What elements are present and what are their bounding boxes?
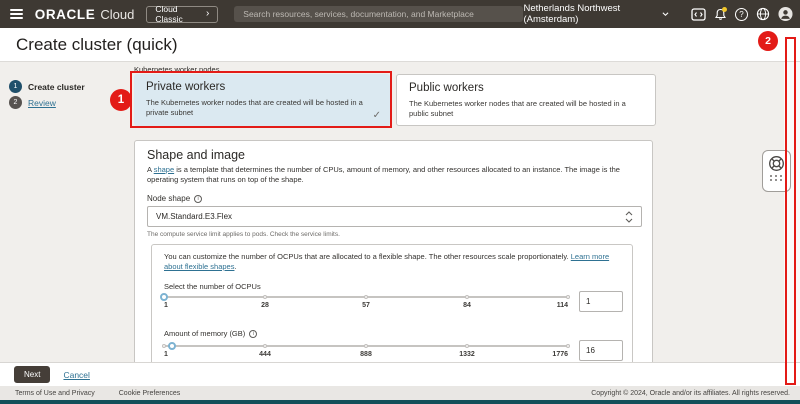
language-globe-icon[interactable] (756, 7, 770, 22)
help-icon[interactable]: ? (735, 7, 748, 22)
shape-intro-text: A shape is a template that determines th… (147, 165, 633, 185)
stepper-item-review[interactable]: 2 Review (9, 96, 85, 109)
next-button[interactable]: Next (14, 366, 50, 383)
info-icon[interactable]: i (249, 330, 257, 338)
notifications-bell-icon[interactable] (714, 7, 727, 22)
step-2-circle: 2 (9, 96, 22, 109)
region-label: Netherlands Northwest (Amsterdam) (523, 3, 657, 25)
main-content: 1 Create cluster 2 Review Kubernetes wor… (0, 62, 800, 362)
page-footer: Terms of Use and Privacy Cookie Preferen… (0, 386, 800, 400)
flexible-shape-panel: You can customize the number of OCPUs th… (151, 244, 633, 362)
memory-value-input[interactable] (579, 340, 623, 361)
ocpu-value-input[interactable] (579, 291, 623, 312)
hamburger-menu-icon[interactable] (10, 9, 23, 19)
notification-badge-dot (722, 7, 727, 12)
copyright-text: Copyright © 2024, Oracle and/or its affi… (591, 390, 790, 397)
step-2-link[interactable]: Review (28, 98, 56, 108)
node-shape-value: VM.Standard.E3.Flex (156, 212, 232, 221)
chevron-right-icon: › (206, 10, 209, 18)
ocpu-slider-handle[interactable] (160, 293, 168, 301)
terms-link[interactable]: Terms of Use and Privacy (15, 390, 95, 397)
cookie-preferences-link[interactable]: Cookie Preferences (119, 390, 180, 397)
public-workers-title: Public workers (409, 82, 484, 94)
search-input[interactable] (234, 6, 523, 22)
shape-section-title: Shape and image (147, 148, 245, 162)
profile-avatar[interactable] (778, 7, 793, 22)
node-shape-select[interactable]: VM.Standard.E3.Flex (147, 206, 642, 227)
worker-nodes-group-label: Kubernetes worker nodes (134, 65, 219, 74)
shape-link[interactable]: shape (154, 165, 174, 174)
page-title: Create cluster (quick) (16, 35, 178, 55)
step-1-label: Create cluster (28, 82, 85, 92)
private-workers-card[interactable]: Private workers The Kubernetes worker no… (134, 74, 390, 126)
chevron-down-icon (662, 11, 669, 17)
ocpu-slider[interactable] (164, 292, 568, 301)
wizard-action-bar: Next Cancel (0, 362, 800, 386)
bottom-edge-strip (0, 400, 800, 404)
brand-oracle: ORACLE (35, 7, 96, 22)
ocpu-tick-labels: 1 28 57 84 114 (164, 302, 568, 311)
node-shape-label: Node shape i (147, 194, 202, 203)
step-1-circle: 1 (9, 80, 22, 93)
flexible-shape-note: You can customize the number of OCPUs th… (164, 252, 616, 272)
topbar-right-controls: Netherlands Northwest (Amsterdam) (523, 3, 793, 25)
private-workers-title: Private workers (146, 81, 225, 93)
memory-tick-labels: 1 444 888 1332 1776 (164, 351, 568, 360)
select-chevrons-icon (625, 210, 633, 226)
wizard-stepper: 1 Create cluster 2 Review (9, 80, 85, 112)
stepper-item-create-cluster[interactable]: 1 Create cluster (9, 80, 85, 93)
info-icon[interactable]: i (194, 195, 202, 203)
ocpu-slider-label: Select the number of OCPUs (164, 282, 261, 291)
memory-slider-label: Amount of memory (GB) i (164, 329, 257, 338)
cloud-classic-label: Cloud Classic (155, 4, 202, 24)
public-workers-card[interactable]: Public workers The Kubernetes worker nod… (396, 74, 656, 126)
private-workers-description: The Kubernetes worker nodes that are cre… (146, 98, 368, 117)
public-workers-description: The Kubernetes worker nodes that are cre… (409, 99, 633, 118)
oracle-cloud-logo[interactable]: ORACLE Cloud (35, 7, 135, 22)
cloud-shell-icon[interactable] (691, 7, 706, 22)
brand-cloud: Cloud (100, 7, 134, 22)
drag-handle-dots-icon[interactable] (770, 175, 783, 181)
cancel-link[interactable]: Cancel (63, 370, 89, 380)
oracle-cloud-console: ORACLE Cloud Cloud Classic › Netherlands… (0, 0, 800, 404)
page-header: Create cluster (quick) (0, 28, 800, 62)
selected-checkmark-icon: ✓ (373, 110, 381, 121)
memory-slider[interactable] (164, 341, 568, 350)
region-selector[interactable]: Netherlands Northwest (Amsterdam) (523, 3, 668, 25)
memory-slider-handle[interactable] (168, 342, 176, 350)
life-ring-icon (768, 155, 785, 172)
cloud-classic-button[interactable]: Cloud Classic › (146, 6, 218, 23)
shape-and-image-section: Shape and image A shape is a template th… (134, 140, 653, 362)
top-navigation-bar: ORACLE Cloud Cloud Classic › Netherlands… (0, 0, 800, 28)
service-limit-note: The compute service limit applies to pod… (147, 231, 340, 238)
support-chat-widget[interactable] (762, 150, 791, 192)
